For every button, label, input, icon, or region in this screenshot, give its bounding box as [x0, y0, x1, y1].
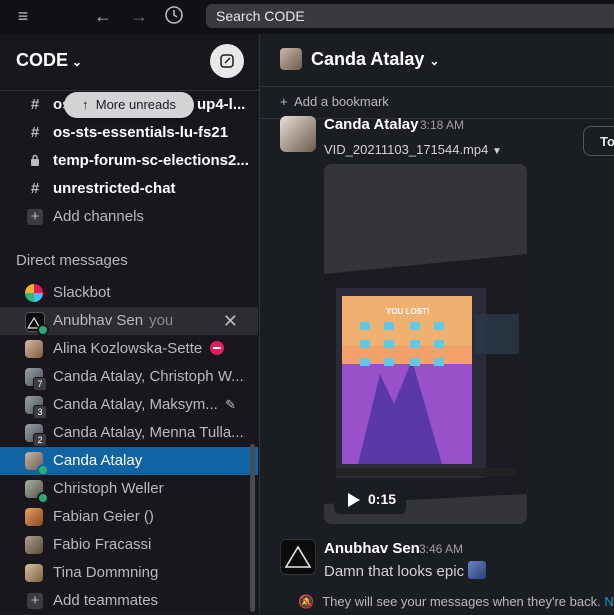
- message-timestamp[interactable]: 3:18 AM: [420, 118, 464, 132]
- forward-arrow-icon[interactable]: →: [128, 5, 150, 27]
- search-input[interactable]: Search CODE: [206, 4, 614, 28]
- sidebar: CODE ⌄ # os up4-l... ↑ More unreads # os-st…: [0, 34, 260, 614]
- avatar[interactable]: [280, 539, 316, 575]
- compose-icon: [220, 54, 234, 68]
- message-author[interactable]: Anubhav Sen: [324, 540, 420, 557]
- video-thumbnail: YOU LOST!: [324, 164, 527, 524]
- channel-header: Canda Atalay ⌄: [260, 34, 614, 87]
- dm-item-self[interactable]: Anubhav Sen you ✕: [0, 307, 258, 335]
- plus-icon: +: [280, 94, 288, 109]
- avatar: [25, 508, 43, 526]
- dm-item[interactable]: Tina Dommning: [0, 559, 258, 587]
- add-bookmark-button[interactable]: + Add a bookmark: [280, 94, 389, 109]
- close-icon[interactable]: ✕: [223, 307, 238, 335]
- history-clock-icon[interactable]: [163, 5, 185, 27]
- away-notice: 🔕 They will see your messages when they'r…: [298, 594, 614, 610]
- online-status-icon: [37, 464, 49, 475]
- workspace-name[interactable]: CODE ⌄: [16, 50, 82, 71]
- video-attachment[interactable]: YOU LOST! 0:15: [324, 164, 527, 524]
- away-bell-icon: 🔕: [298, 594, 315, 609]
- top-bar: ≡ ← → Search CODE: [0, 0, 614, 34]
- video-play-button[interactable]: 0:15: [334, 484, 406, 514]
- main-pane: Canda Atalay ⌄ + Add a bookmark Canda At…: [260, 34, 614, 614]
- channel-hash-icon: #: [30, 180, 40, 197]
- plus-icon: +: [27, 593, 43, 609]
- pencil-icon: ✎: [225, 397, 236, 412]
- lock-icon: [26, 147, 44, 175]
- avatar: [25, 564, 43, 582]
- caret-down-icon: ▼: [491, 146, 502, 157]
- sidebar-channel[interactable]: temp-forum-sc-elections2...: [0, 147, 258, 175]
- message-timestamp[interactable]: 3:46 AM: [419, 542, 463, 556]
- message-text: Damn that looks epic: [324, 561, 487, 580]
- dm-item[interactable]: Fabio Fracassi: [0, 531, 258, 559]
- online-status-icon: [37, 324, 49, 335]
- hamburger-menu-icon[interactable]: ≡: [12, 5, 34, 27]
- direct-messages-header[interactable]: Direct messages: [16, 252, 128, 269]
- game-over-text: YOU LOST!: [386, 307, 430, 316]
- do-not-disturb-icon: [210, 341, 225, 355]
- back-arrow-icon[interactable]: ←: [92, 5, 114, 27]
- chevron-down-icon: ⌄: [72, 55, 83, 69]
- channel-title[interactable]: Canda Atalay ⌄: [311, 49, 439, 70]
- dm-item-group[interactable]: 2 Canda Atalay, Menna Tulla...: [0, 419, 258, 447]
- dm-item-group[interactable]: 7 Canda Atalay, Christoph W...: [0, 363, 258, 391]
- add-channels-button[interactable]: + Add channels: [0, 203, 258, 231]
- slackbot-avatar: [25, 284, 43, 302]
- avatar[interactable]: [280, 116, 316, 152]
- avatar: [280, 48, 302, 70]
- file-name[interactable]: VID_20211103_171544.mp4 ▼: [324, 142, 502, 157]
- compose-button[interactable]: [210, 44, 244, 78]
- dm-item[interactable]: Christoph Weller: [0, 475, 258, 503]
- thread-side-button[interactable]: To: [583, 126, 614, 156]
- dm-item[interactable]: Fabian Geier (): [0, 503, 258, 531]
- more-unreads-button[interactable]: ↑ More unreads: [64, 92, 194, 118]
- plus-icon: +: [27, 209, 43, 225]
- avatar: [25, 340, 43, 358]
- play-icon: [348, 493, 360, 507]
- sidebar-scrollbar[interactable]: [250, 444, 255, 612]
- online-status-icon: [37, 492, 49, 503]
- channel-hash-icon: #: [30, 124, 40, 141]
- notice-link[interactable]: No: [604, 594, 614, 609]
- dm-item-selected[interactable]: Canda Atalay: [0, 447, 258, 475]
- message-author[interactable]: Canda Atalay: [324, 116, 418, 133]
- custom-emoji-icon: [468, 561, 487, 579]
- dm-item-group[interactable]: 3 Canda Atalay, Maksym... ✎: [0, 391, 258, 419]
- sidebar-channel[interactable]: # os-sts-essentials-lu-fs21: [0, 119, 258, 147]
- arrow-up-icon: ↑: [82, 97, 89, 112]
- chevron-down-icon: ⌄: [429, 54, 440, 68]
- avatar: [25, 536, 43, 554]
- dm-item-slackbot[interactable]: Slackbot: [0, 279, 258, 307]
- sidebar-channel[interactable]: # unrestricted-chat: [0, 175, 258, 203]
- dm-item[interactable]: Alina Kozlowska-Sette: [0, 335, 258, 363]
- add-teammates-button[interactable]: + Add teammates: [0, 587, 258, 615]
